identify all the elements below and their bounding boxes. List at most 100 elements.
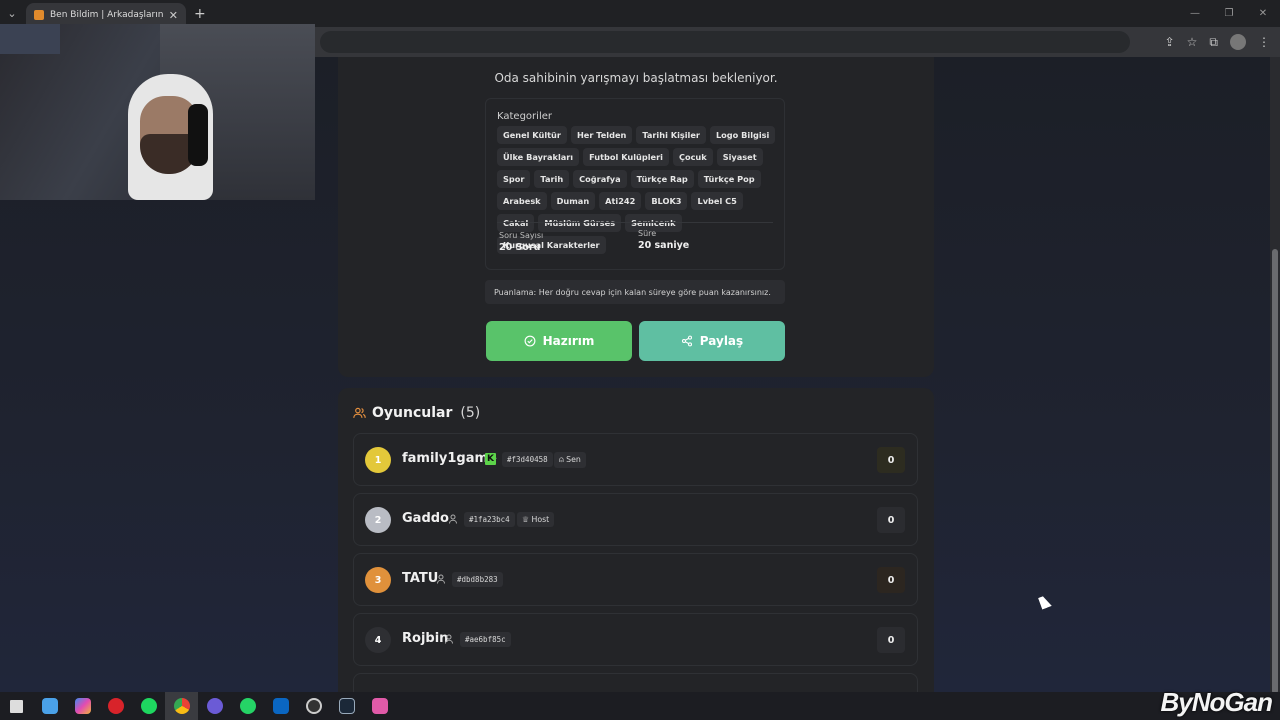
question-count-label: Soru Sayısı — [499, 231, 544, 240]
rank-badge: 1 — [365, 447, 391, 473]
player-row — [353, 673, 918, 692]
browser-tabbar: ⌄ Ben Bildim | Arkadaşlarınla Onli ✕ + —… — [0, 0, 1280, 27]
category-chip: Ati242 — [599, 192, 642, 210]
taskbar-app[interactable] — [132, 692, 165, 720]
opera-icon — [107, 698, 124, 714]
share-button-label: Paylaş — [699, 334, 744, 348]
player-score: 0 — [877, 447, 905, 473]
whatsapp-icon — [239, 698, 256, 714]
tab-list-dropdown[interactable]: ⌄ — [0, 0, 24, 27]
rank-badge: 3 — [365, 567, 391, 593]
players-header: Oyuncular (5) — [353, 405, 480, 421]
rank-badge: 4 — [365, 627, 391, 653]
category-chip: Lvbel C5 — [691, 192, 743, 210]
player-row: 1 family1game K #f3d40458 ⍝ Sen 0 — [353, 433, 918, 486]
taskbar-app[interactable] — [99, 692, 132, 720]
category-chip: Siyaset — [716, 148, 763, 166]
restore-button[interactable]: ❐ — [1212, 8, 1246, 19]
category-chip: Genel Kültür — [497, 126, 567, 144]
player-score: 0 — [877, 507, 905, 533]
host-badge: ♕ Host — [517, 512, 555, 527]
copilot-icon — [74, 698, 91, 714]
player-name: Gaddo — [402, 511, 449, 526]
webcam-background-shelf — [0, 24, 60, 54]
mouse-cursor — [1038, 594, 1052, 610]
categories-box: Kategoriler Genel Kültür Her Telden Tarihi… — [485, 98, 785, 270]
webcam-headset — [188, 104, 208, 166]
ready-button[interactable]: Hazırım — [486, 321, 632, 361]
new-tab-button[interactable]: + — [194, 6, 206, 22]
app-icon — [371, 698, 388, 714]
window-controls: — ❐ ✕ — [1178, 0, 1280, 27]
user-icon: ⍝ — [559, 455, 564, 464]
duration-label: Süre — [638, 229, 657, 238]
crown-icon: ♕ — [522, 515, 529, 524]
webcam-overlay — [0, 24, 315, 200]
player-name: TATU — [402, 571, 439, 586]
player-id-tag: #1fa23bc4 — [464, 512, 515, 527]
category-chip: Cakal — [497, 214, 535, 232]
taskbar-app[interactable] — [198, 692, 231, 720]
menu-kebab-icon[interactable]: ⋮ — [1258, 35, 1270, 49]
question-count-value: 20 Soru — [499, 242, 541, 253]
duration-value: 20 saniye — [638, 240, 690, 251]
page-scrollbar[interactable] — [1270, 57, 1280, 694]
minimize-button[interactable]: — — [1178, 8, 1212, 19]
taskbar-app[interactable] — [330, 692, 363, 720]
spotify-icon — [140, 698, 157, 714]
outlook-icon — [272, 698, 289, 714]
category-chip: Duman — [550, 192, 596, 210]
category-chip: Türkçe Rap — [630, 170, 694, 188]
waiting-message: Oda sahibinin yarışmayı başlatması bekle… — [494, 71, 778, 85]
category-chip: Arabesk — [497, 192, 547, 210]
windows-taskbar: ByNoGan — [0, 687, 1280, 720]
player-name: Rojbin — [402, 631, 449, 646]
category-chip: Her Telden — [570, 126, 633, 144]
tab-close-icon[interactable]: ✕ — [169, 9, 178, 22]
profile-avatar[interactable] — [1230, 34, 1246, 50]
ready-button-label: Hazırım — [542, 334, 595, 348]
player-row: 2 Gaddo #1fa23bc4 ♕ Host 0 — [353, 493, 918, 546]
share-icon — [681, 335, 692, 347]
category-chip: Spor — [497, 170, 531, 188]
start-button[interactable] — [0, 692, 33, 720]
category-chip: Coğrafya — [573, 170, 627, 188]
taskbar-app[interactable] — [33, 692, 66, 720]
taskbar-app[interactable] — [231, 692, 264, 720]
player-row: 4 Rojbin #ae6bf85c 0 — [353, 613, 918, 666]
divider — [497, 222, 773, 223]
rank-badge: 2 — [365, 507, 391, 533]
category-chip: Ülke Bayrakları — [497, 148, 580, 166]
users-icon — [353, 407, 366, 418]
player-name: family1game — [402, 451, 497, 466]
taskbar-app[interactable] — [297, 692, 330, 720]
scoring-note: Puanlama: Her doğru cevap için kalan sür… — [485, 280, 785, 304]
extensions-icon[interactable]: ⧉ — [1209, 35, 1218, 50]
taskbar-app[interactable] — [363, 692, 396, 720]
channel-watermark: ByNoGan — [1160, 687, 1273, 717]
user-icon — [445, 634, 453, 644]
chrome-icon — [173, 698, 190, 714]
share-button[interactable]: Paylaş — [639, 321, 785, 361]
category-chip: Türkçe Pop — [697, 170, 761, 188]
question-count: Soru Sayısı 20 Soru — [499, 231, 543, 253]
category-chip: Tarihi Kişiler — [636, 126, 706, 144]
toolbar-icons: ⇪ ☆ ⧉ ⋮ — [1165, 31, 1270, 53]
category-chip: Çocuk — [672, 148, 713, 166]
taskbar-app[interactable] — [66, 692, 99, 720]
scrollbar-thumb[interactable] — [1272, 249, 1278, 694]
taskbar-app[interactable] — [264, 692, 297, 720]
category-chip: Futbol Kulüpleri — [583, 148, 669, 166]
check-circle-icon — [524, 335, 536, 347]
taskbar-app[interactable] — [165, 692, 198, 720]
site-favicon-icon — [34, 10, 44, 20]
install-app-icon[interactable]: ⇪ — [1165, 35, 1175, 49]
player-score: 0 — [877, 627, 905, 653]
address-bar[interactable] — [320, 31, 1130, 53]
categories-label: Kategoriler — [497, 111, 552, 122]
player-row: 3 TATU #dbd8b283 0 — [353, 553, 918, 606]
kick-platform-icon: K — [485, 453, 496, 465]
player-id-tag: #ae6bf85c — [460, 632, 511, 647]
close-window-button[interactable]: ✕ — [1246, 8, 1280, 19]
bookmark-star-icon[interactable]: ☆ — [1187, 35, 1198, 49]
